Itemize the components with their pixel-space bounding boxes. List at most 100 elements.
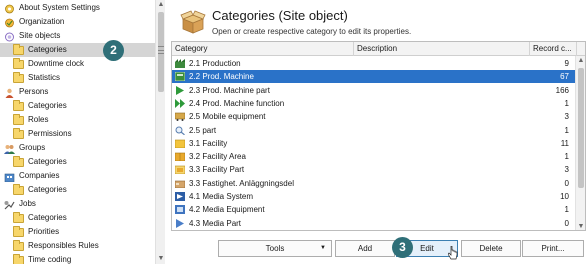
- facility-icon: [174, 139, 186, 149]
- tree-item-label: Site objects: [19, 31, 61, 40]
- tree-item-label: Permissions: [28, 129, 72, 138]
- tree-item-label: Statistics: [28, 73, 61, 82]
- tree-item[interactable]: Priorities: [0, 225, 155, 239]
- record-count-cell: 9: [564, 59, 569, 68]
- delete-button[interactable]: Delete: [461, 240, 521, 257]
- category-name-cell: 3.3 Facility Part: [189, 165, 245, 175]
- grid-scrollbar[interactable]: ▲ ▼: [575, 56, 585, 230]
- table-row[interactable]: 3.3 Fastighet. Anläggningsdel 0: [172, 177, 577, 190]
- tree-item[interactable]: Companies: [0, 169, 155, 183]
- table-row[interactable]: 2.5 Mobile equipment 3: [172, 110, 577, 123]
- category-name-cell: 2.5 Mobile equipment: [189, 112, 266, 122]
- tree-scrollbar[interactable]: ▲ ▼: [155, 0, 165, 264]
- media-system-icon: [175, 192, 185, 201]
- table-row[interactable]: 2.5 part 1: [172, 124, 577, 137]
- tools-button-label: Tools: [265, 244, 285, 253]
- jobs-icon: [4, 200, 15, 209]
- category-name-cell: 3.1 Facility: [189, 138, 228, 148]
- grip-icon: [158, 46, 164, 54]
- categories-grid: Category Description Record c... 2.1 Pro…: [171, 41, 586, 231]
- settings-gear-icon: [4, 4, 15, 13]
- column-header-category[interactable]: Category: [172, 42, 354, 56]
- tree-item[interactable]: Roles: [0, 113, 155, 127]
- column-header-record-count[interactable]: Record c...: [530, 42, 577, 56]
- tree-item[interactable]: Categories: [0, 43, 155, 57]
- table-row[interactable]: 3.3 Facility Part 3: [172, 163, 577, 176]
- tree-item[interactable]: Statistics: [0, 71, 155, 85]
- scroll-down-icon[interactable]: ▼: [576, 222, 585, 230]
- tree-item[interactable]: Categories: [0, 183, 155, 197]
- category-name-cell: 3.3 Fastighet. Anläggningsdel: [189, 178, 294, 188]
- scroll-thumb[interactable]: [578, 68, 584, 188]
- media-part-icon: [175, 218, 185, 228]
- table-row[interactable]: 2.2 Prod. Machine 67: [172, 70, 577, 84]
- record-count-cell: 0: [564, 218, 569, 228]
- record-count-cell: 1: [564, 98, 569, 108]
- folder-icon: [13, 57, 24, 69]
- tree-item[interactable]: Categories: [0, 99, 155, 113]
- table-row[interactable]: 3.2 Facility Area 1: [172, 150, 577, 163]
- tree-item[interactable]: Persons: [0, 85, 155, 99]
- tree-item[interactable]: Responsibles Rules: [0, 239, 155, 253]
- tree-item[interactable]: Categories: [0, 155, 155, 169]
- table-row[interactable]: 2.1 Production 9: [172, 57, 577, 70]
- folder-icon: [13, 211, 24, 223]
- category-name-cell: 2.1 Production: [189, 59, 241, 68]
- tree-item-label: Categories: [28, 185, 67, 194]
- table-row[interactable]: 4.2 Media Equipment 1: [172, 203, 577, 216]
- tree-item[interactable]: Groups: [0, 141, 155, 155]
- tree-item-label: Categories: [28, 45, 67, 54]
- tools-button[interactable]: Tools ▼: [218, 240, 332, 257]
- tree-item-label: Companies: [19, 171, 60, 180]
- fast-forward-icon: [175, 98, 185, 108]
- table-row[interactable]: 4.3 Media Part 0: [172, 217, 577, 230]
- tree-item-label: Responsibles Rules: [28, 241, 99, 250]
- tree-item-label: Organization: [19, 17, 65, 26]
- tree-item-label: Time coding: [28, 255, 72, 264]
- add-button[interactable]: Add: [335, 240, 395, 257]
- tree-item-label: Persons: [19, 87, 49, 96]
- category-name-cell: 2.5 part: [189, 125, 217, 135]
- table-row[interactable]: 2.3 Prod. Machine part 166: [172, 84, 577, 97]
- tree-item-label: Priorities: [28, 227, 60, 236]
- scroll-up-icon[interactable]: ▲: [576, 56, 585, 66]
- record-count-cell: 67: [560, 72, 569, 82]
- table-row[interactable]: 4.1 Media System 10: [172, 190, 577, 203]
- tree-item[interactable]: Site objects: [0, 29, 155, 43]
- tree-item-label: Jobs: [19, 199, 36, 208]
- tree-item[interactable]: Categories: [0, 211, 155, 225]
- scroll-up-icon[interactable]: ▲: [156, 0, 166, 10]
- tree-item[interactable]: Time coding: [0, 253, 155, 264]
- folder-icon: [13, 183, 24, 195]
- tree-item-label: About System Settings: [19, 3, 100, 12]
- groups-icon: [4, 144, 15, 154]
- category-name-cell: 2.3 Prod. Machine part: [189, 85, 270, 95]
- folder-icon: [13, 71, 24, 83]
- tree-item[interactable]: Permissions: [0, 127, 155, 141]
- machine-icon: [174, 71, 186, 82]
- page-subtitle: Open or create respective category to ed…: [212, 27, 412, 36]
- record-count-cell: 10: [560, 192, 569, 201]
- tree-item-label: Categories: [28, 157, 67, 166]
- category-name-cell: 2.2 Prod. Machine: [189, 72, 254, 82]
- table-row[interactable]: 3.1 Facility 11: [172, 137, 577, 150]
- column-header-description[interactable]: Description: [354, 42, 530, 56]
- tree-item[interactable]: Downtime clock: [0, 57, 155, 71]
- folder-icon: [13, 127, 24, 139]
- record-count-cell: 1: [564, 152, 569, 162]
- tree-item-label: Categories: [28, 213, 67, 222]
- category-name-cell: 4.1 Media System: [189, 192, 254, 201]
- facility-area-icon: [174, 152, 186, 162]
- scroll-down-icon[interactable]: ▼: [156, 254, 166, 264]
- category-name-cell: 4.2 Media Equipment: [189, 205, 265, 215]
- print-button[interactable]: Print...: [522, 240, 584, 257]
- table-row[interactable]: 2.4 Prod. Machine function 1: [172, 97, 577, 110]
- tree-item[interactable]: Organization: [0, 15, 155, 29]
- site-objects-icon: [4, 32, 15, 41]
- step-callout-2: 2: [103, 40, 124, 61]
- tree-item[interactable]: About System Settings: [0, 1, 155, 15]
- category-name-cell: 3.2 Facility Area: [189, 152, 246, 162]
- tree-item[interactable]: Jobs: [0, 197, 155, 211]
- folder-icon: [13, 113, 24, 125]
- record-count-cell: 3: [564, 165, 569, 175]
